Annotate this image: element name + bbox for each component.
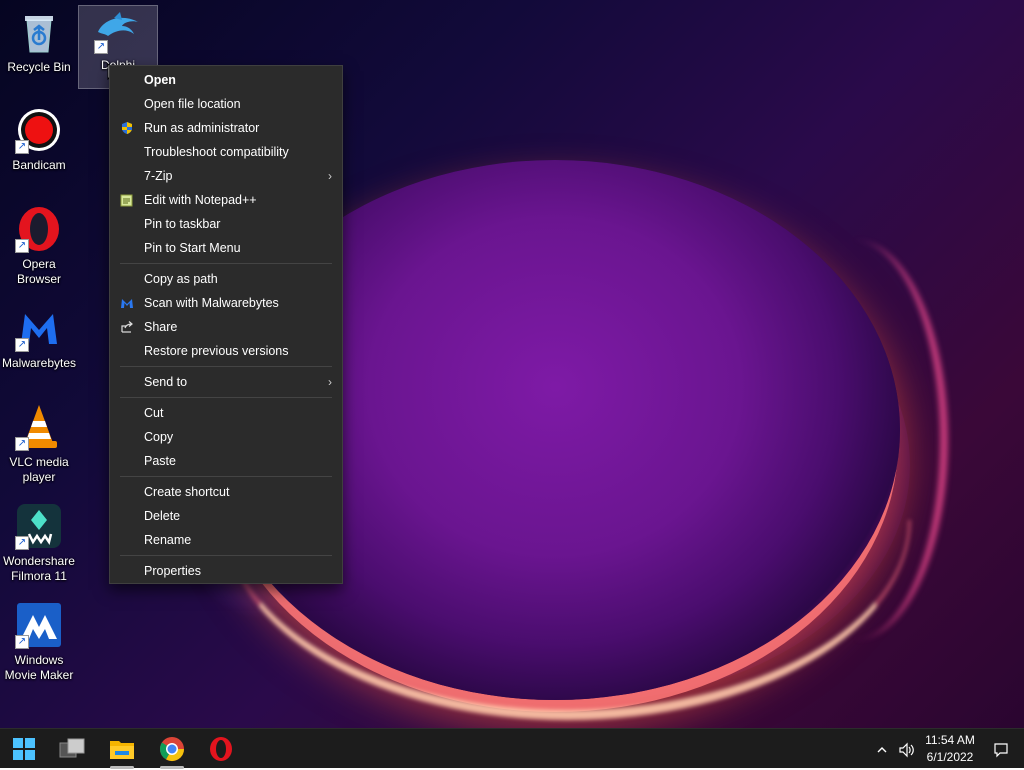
shortcut-arrow-icon: ↗	[15, 536, 29, 550]
menu-item-7-zip[interactable]: 7-Zip ›	[110, 164, 342, 188]
desktop-icon-label-line2: Filmora 11	[11, 569, 67, 583]
desktop-icon-filmora[interactable]: ↗ Wondershare Filmora 11	[0, 502, 78, 584]
dolphin-icon: ↗	[94, 6, 142, 54]
desktop-icon-opera[interactable]: ↗ Opera Browser	[0, 205, 78, 287]
desktop-icon-label: Recycle Bin	[7, 60, 71, 74]
menu-item-open[interactable]: Open	[110, 68, 342, 92]
shortcut-arrow-icon: ↗	[15, 239, 29, 253]
clock-time: 11:54 AM	[925, 733, 975, 747]
task-view-button[interactable]	[56, 733, 88, 765]
clock-date: 6/1/2022	[926, 750, 974, 764]
shortcut-arrow-icon: ↗	[15, 437, 29, 451]
start-icon	[13, 738, 35, 760]
notepad-plus-plus-icon	[120, 193, 134, 207]
submenu-arrow-icon: ›	[328, 169, 332, 183]
submenu-arrow-icon: ›	[328, 375, 332, 389]
volume-icon[interactable]	[896, 729, 918, 769]
menu-item-properties[interactable]: Properties	[110, 559, 342, 583]
desktop-icon-label: Opera	[22, 257, 56, 271]
shortcut-arrow-icon: ↗	[15, 338, 29, 352]
malwarebytes-icon	[120, 296, 134, 310]
filmora-icon: ↗	[15, 502, 63, 550]
menu-item-cut[interactable]: Cut	[110, 401, 342, 425]
shortcut-arrow-icon: ↗	[15, 635, 29, 649]
vlc-icon: ↗	[15, 403, 63, 451]
menu-item-scan-with-malwarebytes[interactable]: Scan with Malwarebytes	[110, 291, 342, 315]
menu-item-send-to[interactable]: Send to ›	[110, 370, 342, 394]
system-clock[interactable]: 11:54 AM 6/1/2022	[918, 732, 982, 766]
movie-maker-icon: ↗	[15, 601, 63, 649]
menu-separator	[120, 397, 332, 398]
bandicam-icon: ↗	[15, 106, 63, 154]
desktop-icon-bandicam[interactable]: ↗ Bandicam	[0, 106, 78, 173]
menu-item-copy[interactable]: Copy	[110, 425, 342, 449]
menu-item-restore-previous-versions[interactable]: Restore previous versions	[110, 339, 342, 363]
menu-item-rename[interactable]: Rename	[110, 528, 342, 552]
context-menu: Open Open file location Run as administr…	[109, 65, 343, 584]
opera-icon	[210, 737, 232, 761]
taskbar: 11:54 AM 6/1/2022	[0, 728, 1024, 769]
menu-item-copy-as-path[interactable]: Copy as path	[110, 267, 342, 291]
menu-separator	[120, 263, 332, 264]
desktop-icon-label-line2: Movie Maker	[4, 668, 74, 682]
menu-item-pin-to-start-menu[interactable]: Pin to Start Menu	[110, 236, 342, 260]
desktop-icon-label-line2: player	[22, 470, 56, 484]
desktop-icon-label: Bandicam	[12, 158, 66, 172]
menu-separator	[120, 476, 332, 477]
chrome-button[interactable]	[156, 733, 188, 769]
wallpaper-right-glow	[760, 240, 948, 640]
desktop-icon-vlc[interactable]: ↗ VLC media player	[0, 403, 78, 485]
notification-center-icon[interactable]	[990, 729, 1012, 769]
menu-item-edit-with-notepad[interactable]: Edit with Notepad++	[110, 188, 342, 212]
menu-separator	[120, 555, 332, 556]
desktop-icon-movie-maker[interactable]: ↗ Windows Movie Maker	[0, 601, 78, 683]
chrome-icon	[160, 737, 184, 762]
share-icon	[120, 320, 134, 334]
menu-item-share[interactable]: Share	[110, 315, 342, 339]
desktop-icon-label-line2: Browser	[16, 272, 61, 286]
file-explorer-icon	[110, 741, 134, 759]
recycle-bin-icon	[15, 8, 63, 56]
desktop-icon-recycle-bin[interactable]: Recycle Bin	[0, 8, 78, 75]
malwarebytes-icon: ↗	[15, 304, 63, 352]
menu-item-delete[interactable]: Delete	[110, 504, 342, 528]
shield-icon	[120, 121, 134, 135]
menu-item-create-shortcut[interactable]: Create shortcut	[110, 480, 342, 504]
desktop-icon-label: Wondershare	[3, 554, 75, 568]
desktop-icon-malwarebytes[interactable]: ↗ Malwarebytes	[0, 304, 78, 371]
menu-item-run-as-administrator[interactable]: Run as administrator	[110, 116, 342, 140]
shortcut-arrow-icon: ↗	[15, 140, 29, 154]
menu-item-open-file-location[interactable]: Open file location	[110, 92, 342, 116]
desktop-icon-label: VLC media	[9, 455, 69, 469]
start-button[interactable]	[8, 733, 40, 765]
tray-overflow-chevron-icon[interactable]	[872, 729, 892, 769]
desktop[interactable]: Recycle Bin ↗ Dolphi Sh ↗ Bandicam	[0, 0, 1024, 728]
menu-separator	[120, 366, 332, 367]
menu-item-pin-to-taskbar[interactable]: Pin to taskbar	[110, 212, 342, 236]
opera-icon: ↗	[15, 205, 63, 253]
menu-item-troubleshoot-compatibility[interactable]: Troubleshoot compatibility	[110, 140, 342, 164]
opera-taskbar-button[interactable]	[205, 733, 237, 765]
desktop-icon-label: Windows	[14, 653, 64, 667]
desktop-icon-label: Malwarebytes	[1, 356, 77, 370]
shortcut-arrow-icon: ↗	[94, 40, 108, 54]
file-explorer-button[interactable]	[106, 733, 138, 769]
task-view-icon	[59, 738, 85, 758]
menu-item-paste[interactable]: Paste	[110, 449, 342, 473]
